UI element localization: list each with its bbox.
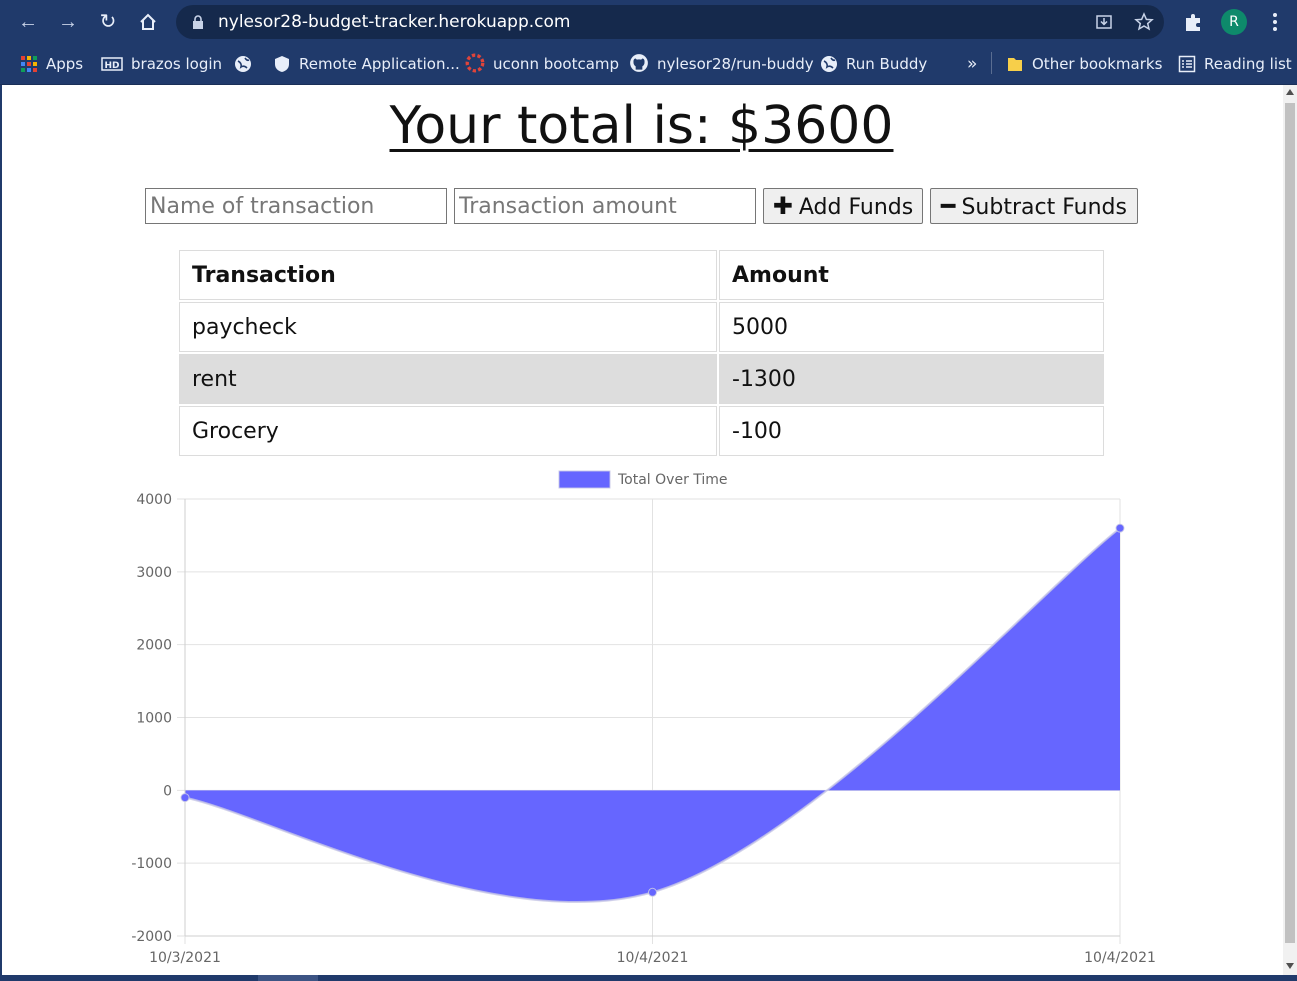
bookmark-remote-application[interactable]: Remote Application...	[273, 52, 460, 76]
profile-avatar[interactable]: R	[1221, 9, 1247, 35]
y-tick-label: 2000	[136, 638, 172, 654]
browser-toolbar: ← → ↻ nylesor28-budget-tracker.herokuapp…	[0, 0, 1297, 44]
data-point	[180, 793, 190, 803]
apps-grid-icon	[21, 56, 37, 72]
transaction-amount-input[interactable]	[454, 188, 756, 224]
bookmark-label: Reading list	[1204, 55, 1292, 73]
scroll-down-icon[interactable]	[1286, 963, 1294, 969]
bookmark-uconn-bootcamp[interactable]: uconn bootcamp	[465, 52, 619, 76]
reading-list[interactable]: Reading list	[1178, 52, 1292, 76]
bookmark-label: brazos login	[131, 55, 223, 73]
add-funds-button[interactable]: ✚ Add Funds	[763, 188, 923, 224]
x-tick-label: 10/3/2021	[149, 950, 221, 966]
transaction-name-cell: Grocery	[179, 406, 717, 456]
bookmark-apps[interactable]: Apps	[20, 52, 83, 76]
scroll-up-icon[interactable]	[1286, 89, 1294, 95]
transaction-name-cell: paycheck	[179, 302, 717, 352]
data-point	[1115, 523, 1125, 533]
transactions-table: Transaction Amount paycheck 5000 rent -1…	[177, 248, 1106, 458]
uconn-icon	[465, 53, 485, 73]
reload-icon[interactable]: ↻	[94, 8, 122, 36]
total-over-time-chart: 4000 3000 2000 1000 0 -1000 -2000 10/3/2021 10/4…	[131, 470, 1156, 966]
reading-list-icon	[1178, 55, 1196, 73]
y-tick-label: 1000	[136, 711, 172, 727]
data-point	[648, 887, 657, 897]
address-bar[interactable]: nylesor28-budget-tracker.herokuapp.com	[176, 5, 1164, 39]
bookmark-label: Apps	[46, 55, 84, 73]
table-header-row: Transaction Amount	[179, 250, 1104, 300]
extensions-puzzle-icon[interactable]	[1182, 10, 1206, 34]
y-tick-label: 0	[163, 783, 172, 799]
shield-icon	[275, 56, 289, 72]
vertical-scrollbar[interactable]	[1283, 85, 1297, 975]
taskbar-item	[258, 975, 318, 981]
taskbar-strip	[0, 975, 1297, 981]
subtract-funds-label: Subtract Funds	[961, 195, 1127, 220]
bookmark-label: Remote Application...	[299, 55, 460, 73]
bookmark-separator	[991, 52, 992, 74]
globe-icon	[821, 56, 837, 72]
y-tick-label: 4000	[136, 492, 172, 508]
bookmark-globe[interactable]	[234, 52, 260, 76]
bookmark-brazos-login[interactable]: HD brazos login	[101, 52, 222, 76]
hd-icon: HD	[101, 57, 123, 71]
minus-icon: ━	[941, 192, 956, 220]
header-transaction: Transaction	[179, 250, 717, 300]
legend-label: Total Over Time	[617, 472, 728, 488]
bookmark-label: Run Buddy	[846, 55, 928, 73]
bookmarks-overflow-chevron-icon[interactable]: »	[967, 52, 977, 76]
total-heading: Your total is: $3600	[389, 96, 894, 156]
transaction-amount-cell: -100	[719, 406, 1104, 456]
transaction-name-cell: rent	[179, 354, 717, 404]
subtract-funds-button[interactable]: ━ Subtract Funds	[930, 188, 1138, 224]
svg-text:HD: HD	[104, 61, 119, 71]
menu-dots-icon[interactable]	[1266, 10, 1284, 34]
bookmark-label: nylesor28/run-buddy	[657, 55, 814, 73]
star-icon[interactable]	[1134, 12, 1154, 32]
forward-arrow-icon[interactable]: →	[54, 8, 82, 36]
legend-swatch	[558, 470, 611, 489]
x-tick-label: 10/4/2021	[1084, 950, 1156, 966]
other-bookmarks-folder[interactable]: Other bookmarks	[1006, 52, 1162, 76]
transaction-name-input[interactable]	[145, 188, 447, 224]
bookmark-run-buddy[interactable]: Run Buddy	[820, 52, 927, 76]
x-tick-label: 10/4/2021	[617, 950, 689, 966]
lock-icon	[193, 15, 203, 29]
table-row: paycheck 5000	[179, 302, 1104, 352]
y-tick-label: 3000	[136, 565, 172, 581]
add-funds-label: Add Funds	[798, 195, 914, 220]
transaction-amount-cell: -1300	[719, 354, 1104, 404]
folder-icon	[1008, 58, 1022, 71]
bookmark-label: Other bookmarks	[1032, 55, 1163, 73]
header-amount: Amount	[719, 250, 1104, 300]
bookmark-run-buddy-repo[interactable]: nylesor28/run-buddy	[629, 52, 814, 76]
scrollbar-thumb[interactable]	[1285, 103, 1295, 943]
bookmarks-bar: Apps HD brazos login Remote Application..…	[0, 44, 1297, 85]
url-text: nylesor28-budget-tracker.herokuapp.com	[218, 12, 571, 32]
globe-icon	[235, 56, 251, 72]
back-arrow-icon[interactable]: ←	[14, 8, 42, 36]
bookmark-label: uconn bootcamp	[493, 55, 620, 73]
table-row: Grocery -100	[179, 406, 1104, 456]
plus-icon: ✚	[772, 192, 793, 220]
home-icon[interactable]	[134, 8, 162, 36]
y-tick-label: -2000	[131, 929, 172, 945]
table-row: rent -1300	[179, 354, 1104, 404]
install-icon[interactable]	[1094, 12, 1114, 32]
transaction-amount-cell: 5000	[719, 302, 1104, 352]
y-tick-label: -1000	[131, 856, 172, 872]
github-icon	[630, 54, 648, 72]
